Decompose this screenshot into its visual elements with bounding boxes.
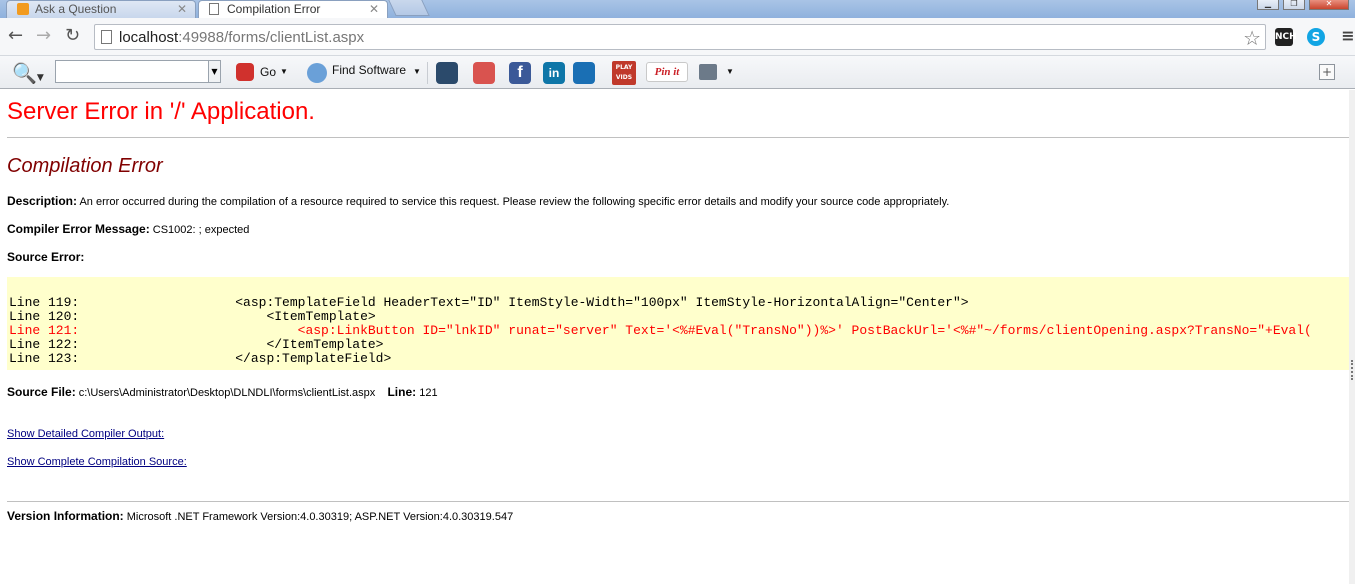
source-code: Line 119: <asp:TemplateField HeaderText=… xyxy=(9,296,1312,366)
source-error-line: Source Error: xyxy=(7,250,84,264)
go-dropdown-icon[interactable]: ▼ xyxy=(280,63,288,81)
source-error-label: Source Error: xyxy=(7,250,85,264)
pinit-button[interactable]: Pin it xyxy=(646,62,688,82)
window-controls: ▁ ❐ ✕ xyxy=(1257,0,1349,10)
tab-label: Compilation Error xyxy=(227,2,321,16)
addon-toolbar: 🔍▼ ▼ Go ▼ Find Software ▼ f in PLAY VIDS… xyxy=(0,56,1355,89)
code-line: Line 119: <asp:TemplateField HeaderText=… xyxy=(9,295,969,310)
version-information-line: Version Information: Microsoft .NET Fram… xyxy=(7,509,513,523)
close-window-button[interactable]: ✕ xyxy=(1309,0,1349,10)
find-software-button[interactable]: Find Software xyxy=(332,61,406,79)
reload-icon[interactable]: ↻ xyxy=(65,26,80,46)
find-software-dropdown-icon[interactable]: ▼ xyxy=(413,63,421,81)
tab-ask-a-question[interactable]: Ask a Question ✕ xyxy=(6,0,196,18)
source-file-path: c:\Users\Administrator\Desktop\DLNDLI\fo… xyxy=(78,387,376,399)
code-line: Line 122: </ItemTemplate> xyxy=(9,337,384,352)
navigation-bar: ← → ↻ localhost:49988/forms/clientList.a… xyxy=(0,18,1355,56)
page-icon xyxy=(101,30,112,44)
mask-icon[interactable] xyxy=(436,62,458,84)
twitter-icon[interactable] xyxy=(573,62,595,84)
search-icon[interactable]: 🔍▼ xyxy=(12,61,44,85)
play-vids-button[interactable]: PLAY VIDS xyxy=(612,61,636,85)
new-tab-button[interactable] xyxy=(388,0,430,16)
facebook-icon[interactable]: f xyxy=(509,62,531,84)
tab-strip: Ask a Question ✕ Compilation Error ✕ ▁ ❐… xyxy=(0,0,1355,18)
toolbar-divider xyxy=(427,62,428,84)
description-text: An error occurred during the compilation… xyxy=(79,196,950,208)
code-line: Line 120: <ItemTemplate> xyxy=(9,309,376,324)
source-file-label: Source File: xyxy=(7,385,76,399)
restore-button[interactable]: ❐ xyxy=(1283,0,1305,10)
version-text: Microsoft .NET Framework Version:4.0.303… xyxy=(126,511,514,523)
line-label: Line: xyxy=(387,385,417,399)
linkedin-icon[interactable]: in xyxy=(543,62,565,84)
description-line: Description: An error occurred during th… xyxy=(7,194,949,208)
forward-arrow-icon[interactable]: → xyxy=(36,26,51,46)
source-file-line: Source File: c:\Users\Administrator\Desk… xyxy=(7,385,438,399)
tab-compilation-error[interactable]: Compilation Error ✕ xyxy=(198,0,388,18)
description-label: Description: xyxy=(7,194,78,208)
compiler-message-line: Compiler Error Message: CS1002: ; expect… xyxy=(7,222,249,236)
source-code-box: Line 119: <asp:TemplateField HeaderText=… xyxy=(7,277,1349,370)
chevron-down-icon[interactable]: ▼ xyxy=(208,60,221,83)
vertical-scrollbar[interactable] xyxy=(1349,90,1355,584)
compiler-message-label: Compiler Error Message: xyxy=(7,222,150,236)
minimize-button[interactable]: ▁ xyxy=(1257,0,1279,10)
toolbar-search-input[interactable] xyxy=(55,60,210,83)
address-bar[interactable]: localhost:49988/forms/clientList.aspx ☆ xyxy=(94,24,1266,50)
tab-label: Ask a Question xyxy=(35,2,117,16)
url-text: localhost:49988/forms/clientList.aspx xyxy=(119,29,365,46)
page-favicon-icon xyxy=(209,3,219,15)
line-value: 121 xyxy=(419,387,438,399)
wrench-menu-icon[interactable]: ≡ xyxy=(1339,28,1355,46)
nch-extension-icon[interactable]: NCH xyxy=(1275,28,1297,46)
add-toolbar-button[interactable]: + xyxy=(1319,64,1335,80)
dice-icon[interactable] xyxy=(473,62,495,84)
tab-close-icon[interactable]: ✕ xyxy=(177,1,187,17)
monitor-icon[interactable] xyxy=(699,64,717,80)
skype-extension-icon[interactable]: S xyxy=(1307,28,1325,46)
back-arrow-icon[interactable]: ← xyxy=(8,26,23,46)
page-content: Server Error in '/' Application. Compila… xyxy=(0,90,1349,584)
scrollbar-grip[interactable] xyxy=(1351,360,1353,380)
show-complete-compilation-source-link[interactable]: Show Complete Compilation Source: xyxy=(7,456,187,468)
monitor-dropdown-icon[interactable]: ▼ xyxy=(726,63,734,81)
divider xyxy=(7,137,1349,138)
divider xyxy=(7,501,1349,502)
code-line: Line 123: </asp:TemplateField> xyxy=(9,351,392,366)
version-label: Version Information: xyxy=(7,509,124,523)
compiler-message-text: CS1002: ; expected xyxy=(152,224,250,236)
go-icon[interactable] xyxy=(236,63,254,81)
go-button[interactable]: Go xyxy=(260,63,276,81)
site-favicon-icon xyxy=(17,3,29,15)
show-detailed-compiler-output-link[interactable]: Show Detailed Compiler Output: xyxy=(7,428,164,440)
tab-close-icon[interactable]: ✕ xyxy=(369,1,379,17)
code-line-error: Line 121: <asp:LinkButton ID="lnkID" run… xyxy=(9,323,1312,338)
server-error-title: Server Error in '/' Application. xyxy=(7,98,315,125)
compilation-error-title: Compilation Error xyxy=(7,155,163,177)
find-software-icon[interactable] xyxy=(307,63,327,83)
bookmark-star-icon[interactable]: ☆ xyxy=(1243,26,1261,50)
